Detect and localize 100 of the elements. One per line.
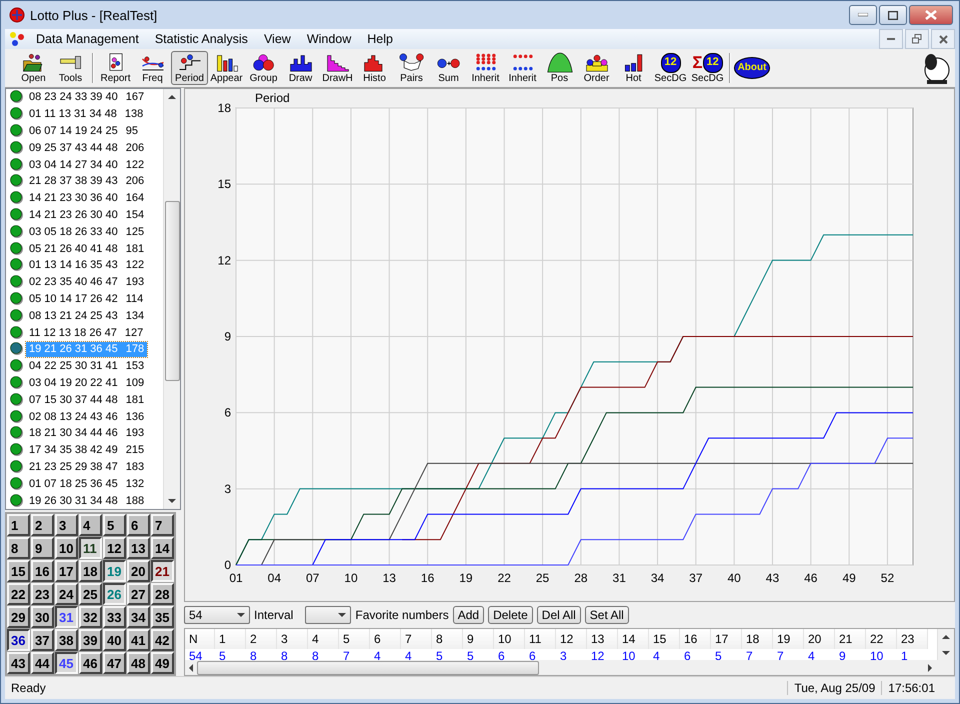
action-button[interactable]: Set All bbox=[584, 606, 629, 624]
toolbar-button[interactable]: Order bbox=[578, 51, 615, 85]
column-header[interactable]: 21 bbox=[835, 629, 866, 649]
scrollbar[interactable] bbox=[185, 660, 954, 675]
toolbar-button[interactable]: DrawH bbox=[319, 51, 356, 85]
number-button[interactable]: 17 bbox=[55, 560, 78, 582]
number-button[interactable]: 25 bbox=[79, 583, 102, 605]
draw-numbers[interactable]: 05 21 26 40 41 48 bbox=[29, 242, 118, 255]
number-button[interactable]: 49 bbox=[151, 652, 174, 674]
number-button[interactable]: 41 bbox=[127, 629, 150, 651]
menu-item[interactable]: View bbox=[256, 32, 298, 46]
action-button[interactable]: Delete bbox=[488, 606, 533, 624]
toolbar-button[interactable]: Group bbox=[245, 51, 282, 85]
draw-numbers[interactable]: 07 15 30 37 44 48 bbox=[29, 394, 118, 406]
number-button[interactable]: 15 bbox=[7, 560, 30, 582]
action-button[interactable]: Add bbox=[452, 606, 484, 624]
draw-numbers[interactable]: 06 07 14 19 24 25 bbox=[29, 124, 118, 137]
number-button[interactable]: 45 bbox=[55, 652, 78, 674]
draw-numbers[interactable]: 01 07 18 25 36 45 bbox=[29, 478, 118, 490]
number-button[interactable]: 31 bbox=[55, 606, 78, 628]
number-button[interactable]: 8 bbox=[7, 537, 30, 559]
scrollbar[interactable] bbox=[937, 629, 954, 660]
number-button[interactable]: 10 bbox=[55, 537, 78, 559]
close-button[interactable] bbox=[909, 5, 953, 25]
number-button[interactable]: 48 bbox=[127, 652, 150, 674]
column-header[interactable]: 16 bbox=[680, 629, 711, 649]
draw-numbers[interactable]: 11 12 13 18 26 47 bbox=[29, 326, 117, 339]
column-header[interactable]: 23 bbox=[897, 629, 928, 649]
number-button[interactable]: 7 bbox=[151, 514, 174, 536]
column-header[interactable]: 9 bbox=[463, 629, 494, 649]
toolbar-button[interactable]: Report bbox=[97, 51, 134, 85]
number-button[interactable]: 13 bbox=[127, 537, 150, 559]
number-button[interactable]: 2 bbox=[31, 514, 54, 536]
column-header[interactable]: 10 bbox=[494, 629, 525, 649]
column-header[interactable]: N bbox=[185, 629, 215, 649]
number-button[interactable]: 38 bbox=[55, 629, 78, 651]
number-button[interactable]: 21 bbox=[151, 560, 174, 582]
number-button[interactable]: 14 bbox=[151, 537, 174, 559]
number-button[interactable]: 43 bbox=[7, 652, 30, 674]
column-header[interactable]: 12 bbox=[556, 629, 587, 649]
toolbar-button[interactable]: Inherit bbox=[504, 51, 541, 85]
toolbar-button[interactable]: Inherit bbox=[467, 51, 504, 85]
number-button[interactable]: 28 bbox=[151, 583, 174, 605]
number-button[interactable]: 16 bbox=[31, 560, 54, 582]
column-header[interactable]: 1 bbox=[215, 629, 246, 649]
toolbar-button[interactable]: Appear bbox=[208, 51, 245, 85]
column-header[interactable]: 7 bbox=[401, 629, 432, 649]
draw-numbers[interactable]: 19 26 30 31 34 48 bbox=[29, 494, 118, 507]
toolbar-button[interactable]: Σ 12 SecDG bbox=[689, 51, 726, 85]
number-button[interactable]: 40 bbox=[103, 629, 126, 651]
draw-numbers[interactable]: 01 13 14 16 35 43 bbox=[29, 259, 118, 272]
scrollbar[interactable] bbox=[163, 89, 180, 509]
toolbar-button[interactable]: Period bbox=[171, 51, 208, 85]
draw-numbers[interactable]: 04 22 25 30 31 41 bbox=[29, 360, 118, 372]
draw-numbers[interactable]: 14 21 23 30 36 40 bbox=[29, 192, 118, 204]
maximize-button[interactable] bbox=[879, 5, 907, 25]
menu-item[interactable]: Window bbox=[300, 32, 358, 46]
number-button[interactable]: 44 bbox=[31, 652, 54, 674]
draw-numbers[interactable]: 21 23 25 29 38 47 bbox=[29, 460, 118, 473]
draw-numbers[interactable]: 05 10 14 17 26 42 bbox=[29, 292, 118, 305]
number-button[interactable]: 32 bbox=[79, 606, 102, 628]
toolbar-button[interactable]: Hot bbox=[615, 51, 652, 85]
column-header[interactable]: 13 bbox=[587, 629, 618, 649]
toolbar-button[interactable]: Sum bbox=[430, 51, 467, 85]
menu-item[interactable]: Data Management bbox=[29, 32, 146, 46]
number-button[interactable]: 6 bbox=[127, 514, 150, 536]
draw-list[interactable] bbox=[5, 88, 181, 510]
draw-numbers[interactable]: 03 04 19 20 22 41 bbox=[29, 376, 118, 389]
number-button[interactable]: 20 bbox=[127, 560, 150, 582]
minimize-button[interactable] bbox=[849, 5, 877, 25]
number-button[interactable]: 37 bbox=[31, 629, 54, 651]
menu-item[interactable]: Help bbox=[360, 32, 400, 46]
column-header[interactable]: 3 bbox=[277, 629, 308, 649]
column-header[interactable]: 20 bbox=[804, 629, 835, 649]
number-button[interactable]: 34 bbox=[127, 606, 150, 628]
toolbar-button[interactable]: Pos bbox=[541, 51, 578, 85]
column-header[interactable]: 22 bbox=[866, 629, 897, 649]
toolbar-button[interactable]: Pairs bbox=[393, 51, 430, 85]
number-button[interactable]: 22 bbox=[7, 583, 30, 605]
number-button[interactable]: 46 bbox=[79, 652, 102, 674]
number-button[interactable]: 9 bbox=[31, 537, 54, 559]
number-button[interactable]: 29 bbox=[7, 606, 30, 628]
column-header[interactable]: 6 bbox=[370, 629, 401, 649]
toolbar-button[interactable]: Tools bbox=[52, 51, 89, 85]
number-button[interactable]: 27 bbox=[127, 583, 150, 605]
draw-numbers[interactable]: 21 28 37 38 39 43 bbox=[29, 175, 118, 188]
action-button[interactable]: Del All bbox=[536, 606, 581, 624]
draw-numbers[interactable]: 14 21 23 26 30 40 bbox=[29, 208, 118, 221]
number-button[interactable]: 11 bbox=[79, 537, 102, 559]
number-button[interactable]: 3 bbox=[55, 514, 78, 536]
minimize-button[interactable] bbox=[879, 29, 903, 49]
number-button[interactable]: 24 bbox=[55, 583, 78, 605]
draw-numbers[interactable]: 03 04 14 27 34 40 bbox=[29, 158, 118, 171]
draw-count-dropdown[interactable]: 54 bbox=[184, 606, 250, 624]
column-header[interactable]: 4 bbox=[308, 629, 339, 649]
column-header[interactable]: 2 bbox=[246, 629, 277, 649]
menu-item[interactable]: Statistic Analysis bbox=[148, 32, 255, 46]
column-header[interactable]: 5 bbox=[339, 629, 370, 649]
number-button[interactable]: 39 bbox=[79, 629, 102, 651]
draw-numbers[interactable]: 03 05 18 26 33 40 bbox=[29, 226, 118, 238]
